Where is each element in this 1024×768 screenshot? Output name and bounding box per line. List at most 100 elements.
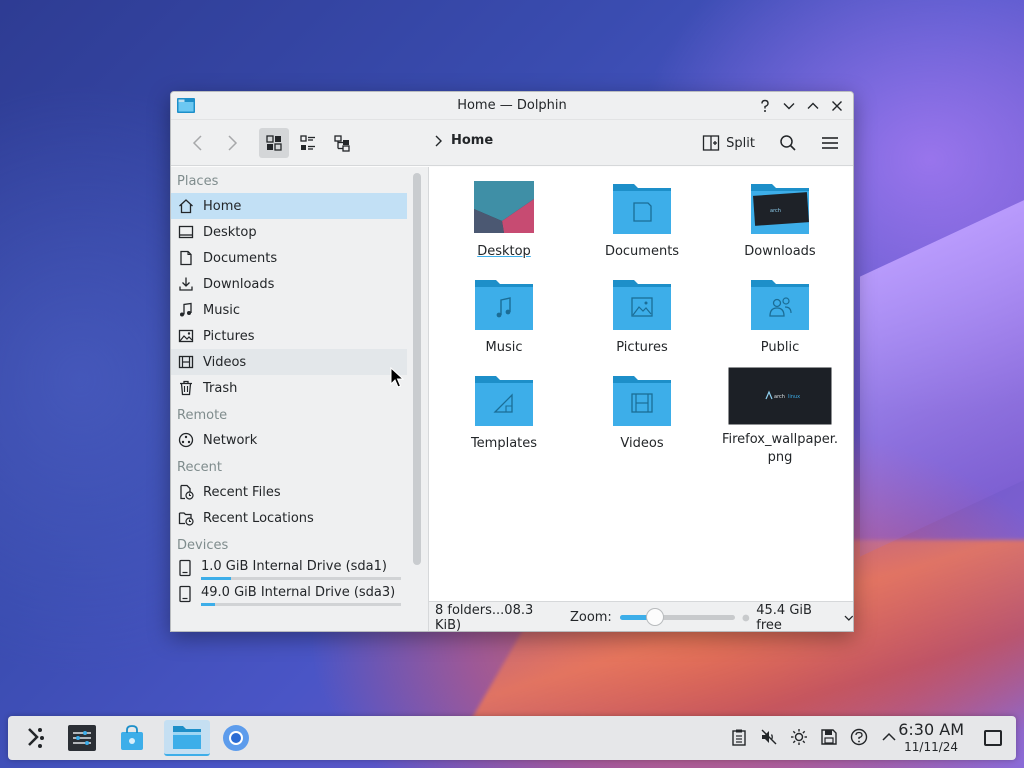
desktop-icon (177, 223, 195, 241)
chevron-up-icon[interactable] (880, 728, 898, 746)
folder-templates-icon (474, 373, 534, 427)
sidebar-item-pictures[interactable]: Pictures (171, 323, 407, 349)
chevron-right-icon (228, 134, 238, 151)
sidebar-item-trash[interactable]: Trash (171, 375, 407, 401)
clipboard-icon[interactable] (730, 728, 748, 746)
system-settings-button[interactable] (64, 720, 100, 756)
file-view[interactable]: Desktop Documents arch Downloads Music P… (429, 167, 853, 601)
chromium-icon (223, 725, 249, 751)
file-item-documents[interactable]: Documents (580, 181, 704, 261)
zoom-end-dot (741, 614, 749, 621)
app-launcher-icon (28, 728, 44, 748)
tree-view-icon (334, 134, 350, 152)
picture-icon (177, 327, 195, 345)
section-recent: Recent (177, 460, 222, 475)
section-devices: Devices (177, 538, 229, 553)
sidebar-item-music[interactable]: Music (171, 297, 407, 323)
dolphin-taskbar-button[interactable] (164, 720, 210, 756)
file-item-music[interactable]: Music (442, 277, 566, 357)
sidebar-item-label: Music (203, 302, 240, 318)
maximize-button[interactable] (803, 96, 823, 116)
chromium-button[interactable] (218, 720, 254, 756)
zoom-slider[interactable] (619, 608, 735, 626)
breadcrumb-home[interactable]: Home (451, 133, 493, 148)
drive-label: 49.0 GiB Internal Drive (sda3) (201, 585, 396, 600)
folder-documents-icon (612, 181, 672, 235)
forward-button[interactable] (217, 128, 247, 158)
file-item-downloads[interactable]: arch Downloads (718, 181, 842, 261)
split-view-icon (703, 135, 720, 151)
sidebar-item-network[interactable]: Network (171, 427, 407, 453)
sidebar-item-documents[interactable]: Documents (171, 245, 407, 271)
section-remote: Remote (177, 408, 228, 423)
folder-public-icon (750, 277, 810, 331)
folder-icon (173, 726, 201, 749)
chevron-down-icon[interactable] (843, 613, 854, 623)
minimize-button[interactable] (779, 96, 799, 116)
sidebar-item-downloads[interactable]: Downloads (171, 271, 407, 297)
details-view-button[interactable] (327, 128, 357, 158)
app-launcher-button[interactable] (16, 720, 52, 756)
drive-icon (177, 559, 193, 581)
drive-label: 1.0 GiB Internal Drive (sda1) (201, 559, 387, 574)
file-item-label: Downloads (744, 244, 816, 259)
storage-icon[interactable] (820, 728, 838, 746)
sidebar-item-label: Documents (203, 250, 278, 266)
search-button[interactable] (773, 128, 803, 158)
file-item-videos[interactable]: Videos (580, 373, 704, 453)
clock-time: 6:30 AM (898, 720, 964, 739)
sidebar-item-recent-files[interactable]: Recent Files (171, 479, 407, 505)
video-icon (177, 353, 195, 371)
volume-muted-icon[interactable] (760, 728, 778, 746)
digital-clock[interactable]: 6:30 AM 11/11/24 (898, 721, 964, 755)
compact-view-button[interactable] (293, 128, 323, 158)
chevron-right-icon (435, 135, 442, 146)
zoom-label: Zoom: (569, 610, 612, 625)
svg-text:linux: linux (788, 394, 800, 400)
folder-videos-icon (612, 373, 672, 427)
document-icon (177, 249, 195, 267)
file-item-label: Firefox_wallpaper. png (721, 432, 839, 465)
icons-view-button[interactable] (259, 127, 289, 158)
drive-icon (177, 585, 193, 607)
help-icon (761, 99, 769, 112)
split-button[interactable]: Split (696, 128, 761, 158)
sidebar-item-desktop[interactable]: Desktop (171, 219, 407, 245)
svg-text:arch: arch (770, 208, 781, 214)
help-button[interactable] (755, 96, 775, 116)
clock-date: 11/11/24 (904, 740, 959, 754)
recent-locations-icon (177, 509, 195, 527)
file-item-templates[interactable]: Templates (442, 373, 566, 453)
file-item-label: Templates (470, 436, 538, 451)
sidebar-item-drive-sda3[interactable]: 49.0 GiB Internal Drive (sda3) (171, 583, 407, 609)
file-item-desktop[interactable]: Desktop (442, 181, 566, 261)
brightness-icon[interactable] (790, 728, 808, 746)
breadcrumb[interactable]: Home (433, 133, 493, 148)
menu-button[interactable] (815, 128, 845, 158)
sidebar-item-drive-sda1[interactable]: 1.0 GiB Internal Drive (sda1) (171, 557, 407, 583)
back-button[interactable] (183, 128, 213, 158)
recent-files-icon (177, 483, 195, 501)
discover-button[interactable] (114, 720, 150, 756)
file-item-firefox-wallpaper[interactable]: arch linux Firefox_wallpaper. png (718, 366, 842, 467)
sidebar-item-label: Downloads (203, 276, 275, 292)
split-label: Split (726, 135, 755, 151)
file-item-public[interactable]: Public (718, 277, 842, 357)
zoom-slider-handle[interactable] (646, 608, 665, 626)
file-item-pictures[interactable]: Pictures (580, 277, 704, 357)
dolphin-window: Home — Dolphin Home Split Places Home De… (170, 91, 854, 632)
sidebar-item-label: Pictures (203, 328, 255, 344)
settings-icon (68, 725, 96, 751)
sidebar-item-recent-locations[interactable]: Recent Locations (171, 505, 407, 531)
dolphin-app-icon (177, 98, 195, 113)
show-desktop-button[interactable] (984, 730, 1002, 746)
free-space[interactable]: 45.4 GiB free (756, 603, 839, 632)
title-bar[interactable]: Home — Dolphin (171, 92, 853, 120)
close-button[interactable] (827, 96, 847, 116)
sidebar-item-videos[interactable]: Videos (171, 349, 407, 375)
sidebar-item-home[interactable]: Home (171, 193, 407, 219)
home-icon (177, 197, 195, 215)
updates-icon[interactable] (850, 728, 868, 746)
sidebar-scrollbar[interactable] (413, 173, 421, 565)
search-icon (780, 135, 796, 151)
